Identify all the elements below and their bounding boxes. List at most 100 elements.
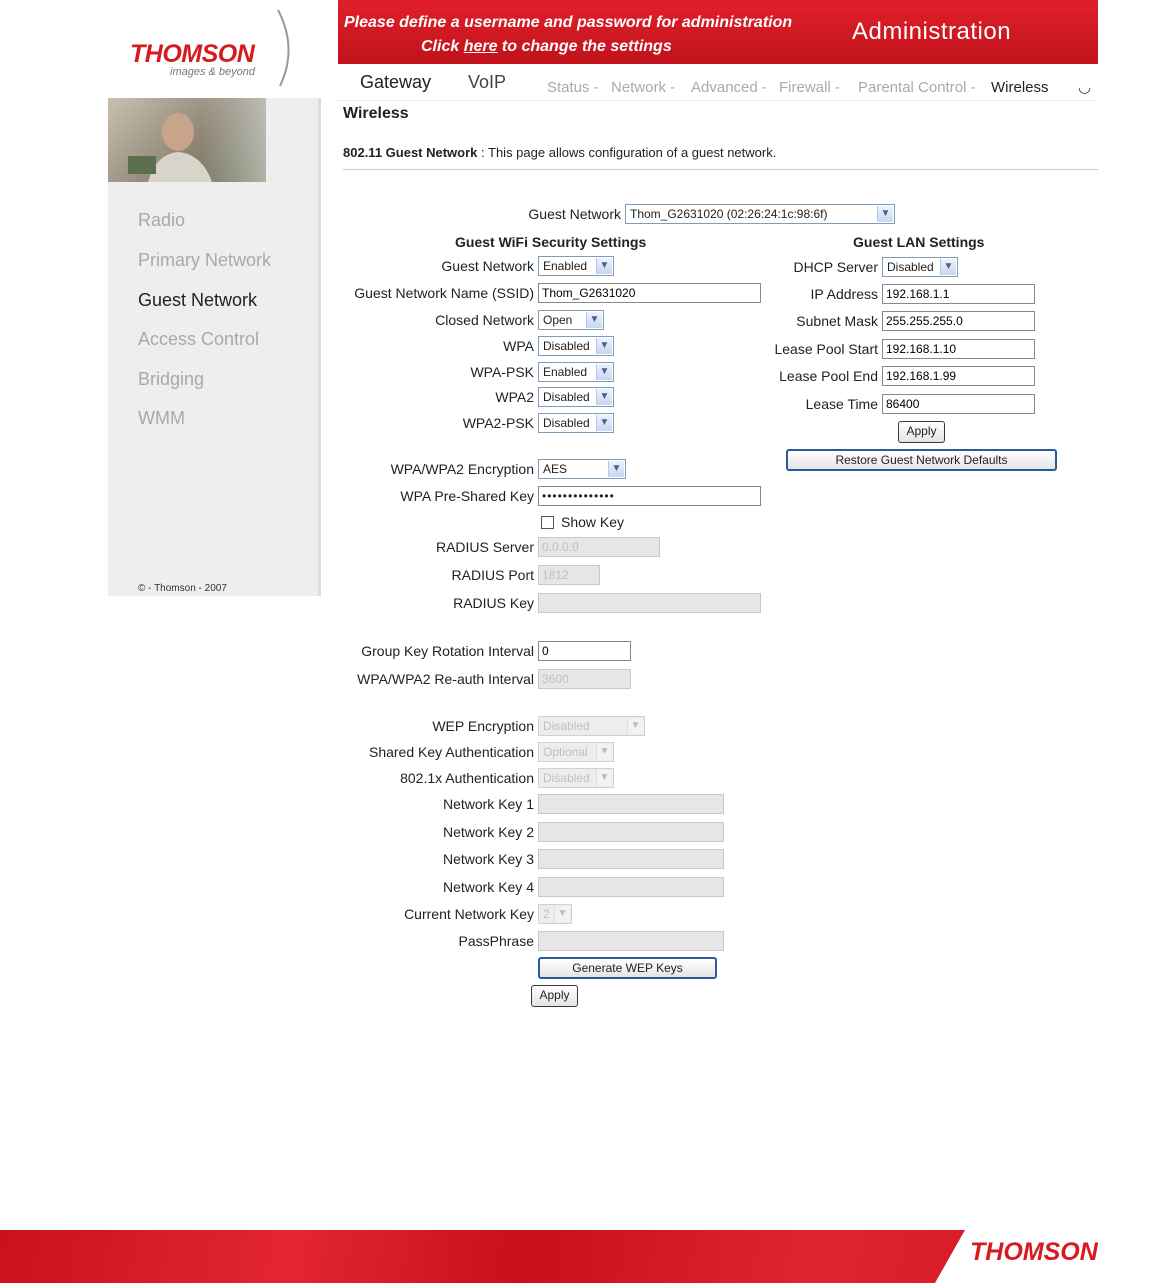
ssid-label: Guest Network Name (SSID) (354, 285, 534, 301)
closed-network-select[interactable]: Open ▼ (538, 310, 604, 330)
admin-warning: Please define a username and password fo… (344, 14, 793, 31)
radius-port-label: RADIUS Port (451, 567, 534, 583)
lease-time-label: Lease Time (805, 396, 878, 412)
divider (343, 169, 1098, 170)
ip-address-input[interactable] (882, 284, 1035, 304)
subnav-advanced[interactable]: Advanced - (691, 79, 767, 96)
closed-network-label: Closed Network (435, 312, 534, 328)
restore-defaults-button[interactable]: Restore Guest Network Defaults (786, 449, 1057, 471)
wpa-psk-label: WPA-PSK (470, 364, 534, 380)
wpa2-psk-select[interactable]: Disabled ▼ (538, 413, 614, 433)
logo-swoosh-icon (277, 9, 290, 87)
chevron-down-icon: ▼ (596, 258, 612, 274)
page-title: Wireless (343, 105, 409, 122)
ip-address-label: IP Address (810, 286, 878, 302)
security-header: Guest WiFi Security Settings (455, 234, 647, 250)
passphrase-label: PassPhrase (458, 933, 534, 949)
current-key-select[interactable]: 2 ▼ (538, 904, 572, 924)
group-key-input[interactable] (538, 641, 631, 661)
chevron-down-icon: ▼ (596, 338, 612, 354)
sidebar-item-guest-network[interactable]: Guest Network (138, 290, 257, 311)
network-key-2-input[interactable] (538, 822, 724, 842)
radius-port-input[interactable] (538, 565, 600, 585)
tab-gateway[interactable]: Gateway (360, 72, 431, 93)
guest-selector-label: Guest Network (528, 206, 621, 222)
dhcp-select[interactable]: Disabled ▼ (882, 257, 958, 277)
guest-network-select[interactable]: Thom_G2631020 (02:26:24:1c:98:6f) ▼ (625, 204, 895, 224)
chevron-down-icon: ▼ (596, 364, 612, 380)
pool-end-input[interactable] (882, 366, 1035, 386)
pool-start-input[interactable] (882, 339, 1035, 359)
shared-key-auth-select[interactable]: Optional ▼ (538, 742, 614, 762)
subnav-firewall[interactable]: Firewall - (779, 79, 840, 96)
wep-encryption-label: WEP Encryption (432, 718, 534, 734)
thomson-logo: THOMSON (130, 40, 255, 68)
radius-server-label: RADIUS Server (435, 539, 534, 555)
wpa2-select[interactable]: Disabled ▼ (538, 387, 614, 407)
encryption-label: WPA/WPA2 Encryption (390, 461, 534, 477)
admin-warning-link-line: Click here to change the settings (421, 38, 672, 55)
lease-time-input[interactable] (882, 394, 1035, 414)
wpa-psk-select[interactable]: Enabled ▼ (538, 362, 614, 382)
radius-key-input[interactable] (538, 593, 761, 613)
network-key-1-label: Network Key 1 (442, 796, 534, 812)
chevron-down-icon: ▼ (554, 906, 570, 922)
guest-network-label: Guest Network (441, 258, 534, 274)
psk-input[interactable]: •••••••••••••• (538, 486, 761, 506)
shared-key-auth-label: Shared Key Authentication (368, 744, 534, 760)
encryption-select[interactable]: AES ▼ (538, 459, 626, 479)
refresh-icon[interactable]: ◡ (1078, 78, 1091, 96)
group-key-label: Group Key Rotation Interval (361, 643, 534, 659)
wep-encryption-select[interactable]: Disabled ▼ (538, 716, 645, 736)
reauth-label: WPA/WPA2 Re-auth Interval (357, 671, 534, 687)
sidebar-item-radio[interactable]: Radio (138, 210, 185, 231)
dot1x-auth-select[interactable]: Disabled ▼ (538, 768, 614, 788)
radius-key-label: RADIUS Key (453, 595, 534, 611)
chevron-down-icon: ▼ (596, 415, 612, 431)
show-key-label: Show Key (561, 514, 625, 530)
chevron-down-icon: ▼ (627, 718, 643, 734)
subnav-parental-control[interactable]: Parental Control - (858, 79, 976, 96)
passphrase-input[interactable] (538, 931, 724, 951)
network-key-2-label: Network Key 2 (442, 824, 534, 840)
subnet-mask-label: Subnet Mask (796, 313, 878, 329)
dhcp-label: DHCP Server (793, 259, 878, 275)
wpa-select[interactable]: Disabled ▼ (538, 336, 614, 356)
sidebar-item-primary-network[interactable]: Primary Network (138, 250, 271, 271)
show-key-checkbox[interactable] (541, 516, 554, 529)
wpa-label: WPA (503, 338, 534, 354)
section-title: Administration (852, 18, 1012, 45)
network-key-4-input[interactable] (538, 877, 724, 897)
dot1x-auth-label: 802.1x Authentication (400, 770, 534, 786)
radius-server-input[interactable] (538, 537, 660, 557)
subnav-wireless[interactable]: Wireless (991, 79, 1049, 96)
generate-wep-keys-button[interactable]: Generate WEP Keys (538, 957, 717, 979)
wpa2-label: WPA2 (495, 389, 534, 405)
guest-network-enable-select[interactable]: Enabled ▼ (538, 256, 614, 276)
sidebar-item-wmm[interactable]: WMM (138, 408, 185, 429)
photo-fade (200, 98, 318, 182)
reauth-input[interactable] (538, 669, 631, 689)
ssid-input[interactable] (538, 283, 761, 303)
logo-tagline: images & beyond (170, 66, 255, 78)
network-key-4-label: Network Key 4 (442, 879, 534, 895)
page-description: 802.11 Guest Network : This page allows … (343, 145, 777, 160)
psk-label: WPA Pre-Shared Key (400, 488, 534, 504)
network-key-3-input[interactable] (538, 849, 724, 869)
change-settings-link[interactable]: here (464, 38, 498, 55)
security-apply-button[interactable]: Apply (531, 985, 578, 1007)
tab-voip[interactable]: VoIP (468, 72, 506, 93)
current-key-label: Current Network Key (404, 906, 534, 922)
footer-logo: THOMSON (970, 1238, 1098, 1266)
lan-apply-button[interactable]: Apply (898, 421, 945, 443)
copyright: © - Thomson - 2007 (138, 583, 227, 594)
network-key-1-input[interactable] (538, 794, 724, 814)
pool-start-label: Lease Pool Start (774, 341, 878, 357)
subnav-status[interactable]: Status - (547, 79, 599, 96)
sidebar-item-bridging[interactable]: Bridging (138, 369, 204, 390)
sidebar-item-access-control[interactable]: Access Control (138, 329, 259, 350)
chevron-down-icon: ▼ (586, 312, 602, 328)
network-key-3-label: Network Key 3 (442, 851, 534, 867)
subnet-mask-input[interactable] (882, 311, 1035, 331)
subnav-network[interactable]: Network - (611, 79, 675, 96)
